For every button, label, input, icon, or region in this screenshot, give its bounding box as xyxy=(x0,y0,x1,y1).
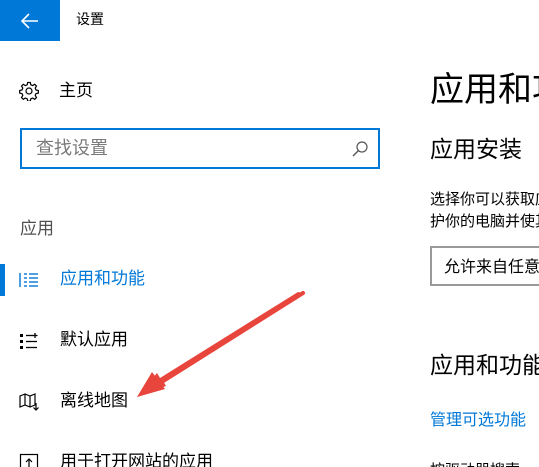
sidebar-item-label: 用于打开网站的应用 xyxy=(60,452,213,467)
gear-icon xyxy=(18,80,40,102)
install-description-line: 选择你可以获取应用的位置。仅安装来自应用商店的应用有助于保 xyxy=(430,190,539,208)
default-apps-icon xyxy=(19,331,39,351)
search-icon[interactable] xyxy=(350,139,370,159)
install-description: 选择你可以获取应用的位置。仅安装来自应用商店的应用有助于保 护你的电脑并使其保持… xyxy=(430,188,539,232)
install-source-dropdown[interactable]: 允许来自任意位置的应用 xyxy=(430,246,539,286)
active-indicator xyxy=(0,264,5,296)
features-heading: 应用和功能 xyxy=(430,353,539,379)
title-bar: 设置 xyxy=(0,0,539,41)
search-input[interactable] xyxy=(22,130,342,167)
main-content: 应用和功能 应用安装 选择你可以获取应用的位置。仅安装来自应用商店的应用有助于保… xyxy=(400,41,539,467)
home-link[interactable]: 主页 xyxy=(18,78,93,104)
open-link-icon xyxy=(19,453,39,467)
sidebar-item-offline-maps[interactable]: 离线地图 xyxy=(0,381,400,423)
search-by-drive-text: 按驱动器搜索 xyxy=(430,459,520,467)
sidebar-item-label: 默认应用 xyxy=(60,330,128,350)
sidebar-item-default-apps[interactable]: 默认应用 xyxy=(0,320,400,362)
sidebar-item-apps-features[interactable]: 应用和功能 xyxy=(0,259,400,301)
list-icon xyxy=(19,270,39,290)
page-title: 应用和功能 xyxy=(430,70,539,110)
sidebar-item-apps-for-websites[interactable]: 用于打开网站的应用 xyxy=(0,442,400,467)
map-icon xyxy=(19,392,39,412)
back-button[interactable] xyxy=(0,0,60,41)
home-label: 主页 xyxy=(59,81,93,101)
manage-optional-features-link[interactable]: 管理可选功能 xyxy=(430,409,526,431)
sidebar-item-label: 应用和功能 xyxy=(60,269,145,289)
sidebar-item-label: 离线地图 xyxy=(60,391,128,411)
search-box[interactable] xyxy=(20,128,380,169)
install-heading: 应用安装 xyxy=(430,137,522,163)
section-label-apps: 应用 xyxy=(20,219,54,239)
arrow-left-icon xyxy=(21,12,38,29)
dropdown-selected-value: 允许来自任意位置的应用 xyxy=(444,257,539,276)
window-title: 设置 xyxy=(76,12,104,28)
install-description-line: 护你的电脑并使其保持流畅运行。 xyxy=(430,212,539,230)
